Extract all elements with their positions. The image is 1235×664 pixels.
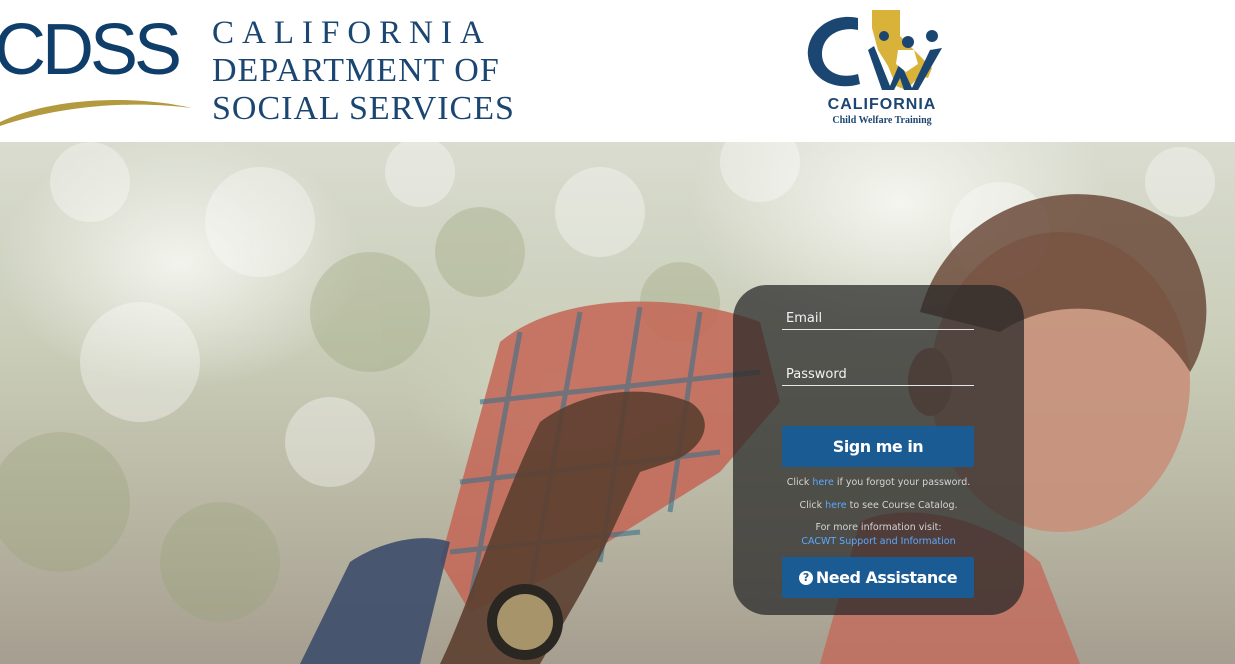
cdss-name-line-1: CALIFORNIA: [212, 15, 492, 51]
sign-in-button[interactable]: Sign me in: [782, 426, 974, 467]
course-catalog-prefix: Click: [799, 500, 826, 511]
hero-background-photo: Sign me in Click here if you forgot your…: [0, 142, 1235, 664]
cdss-name-line-2: DEPARTMENT OF: [212, 52, 500, 89]
course-catalog-text: Click here to see Course Catalog.: [733, 499, 1024, 513]
cdss-department-name: CALIFORNIA DEPARTMENT OF SOCIAL SERVICES: [212, 14, 515, 128]
course-catalog-link[interactable]: here: [825, 500, 846, 511]
site-header: CDSS CALIFORNIA DEPARTMENT OF SOCIAL SER…: [0, 0, 1235, 142]
cdss-logo[interactable]: CDSS CALIFORNIA DEPARTMENT OF SOCIAL SER…: [0, 0, 520, 142]
forgot-password-text: Click here if you forgot your password.: [733, 476, 1024, 490]
cwt-logo-subtitle: Child Welfare Training: [832, 115, 932, 126]
password-field-wrapper: [782, 363, 974, 386]
more-info-text: For more information visit: CACWT Suppor…: [733, 521, 1024, 549]
forgot-password-prefix: Click: [786, 477, 813, 488]
cwt-logo-emblem: [807, 10, 942, 90]
course-catalog-suffix: to see Course Catalog.: [846, 500, 958, 511]
hero-photo-illustration: [0, 142, 1215, 664]
forgot-password-link[interactable]: here: [812, 477, 833, 488]
need-assistance-label: Need Assistance: [815, 568, 958, 587]
email-input[interactable]: [782, 307, 974, 330]
login-panel: Sign me in Click here if you forgot your…: [733, 285, 1024, 615]
cdss-swoosh-graphic: [0, 99, 192, 126]
forgot-password-suffix: if you forgot your password.: [833, 477, 971, 488]
need-assistance-button[interactable]: ? Need Assistance: [782, 557, 974, 598]
cdss-name-line-3: SOCIAL SERVICES: [212, 90, 515, 127]
support-info-link[interactable]: CACWT Support and Information: [801, 536, 955, 547]
more-info-label: For more information visit:: [815, 522, 942, 533]
email-field-wrapper: [782, 307, 974, 330]
password-input[interactable]: [782, 363, 974, 386]
question-circle-icon: ?: [798, 570, 813, 585]
cwt-logo-title: CALIFORNIA: [827, 96, 937, 113]
cdss-logo-mark: CDSS: [0, 10, 182, 90]
